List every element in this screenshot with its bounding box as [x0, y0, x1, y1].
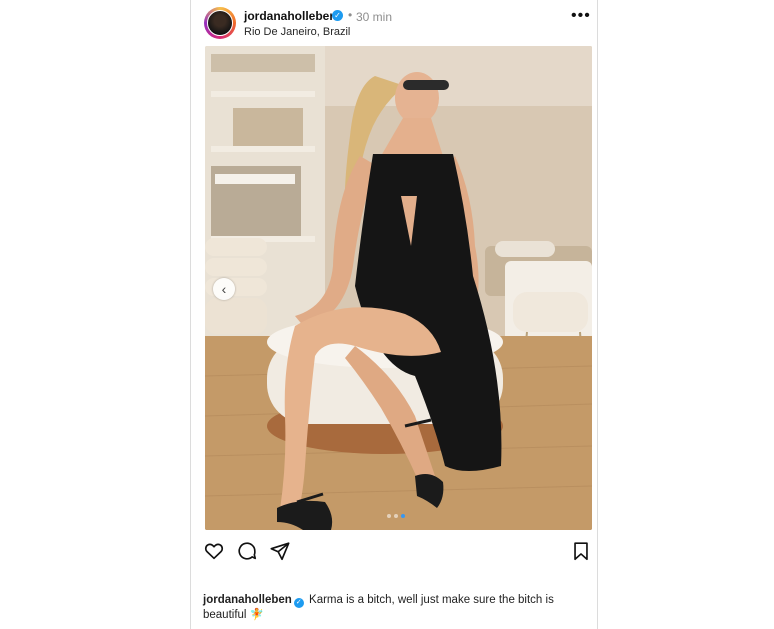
heart-icon[interactable] [203, 540, 225, 562]
comment-icon[interactable] [236, 540, 258, 562]
fairy-emoji: 🧚 [249, 609, 265, 621]
photo-illustration [205, 46, 592, 530]
post-header: jordanaholleben ✓ • 30 min Rio De Janeir… [191, 0, 597, 44]
carousel-dot-active [401, 514, 405, 518]
carousel-dot [394, 514, 398, 518]
more-options-button[interactable]: ••• [571, 8, 591, 24]
post-caption: jordanaholleben ✓ Karma is a bitch, well … [203, 593, 583, 623]
carousel-prev-button[interactable]: ‹ [213, 278, 235, 300]
post-time: 30 min [356, 10, 393, 24]
carousel-dot [387, 514, 391, 518]
send-icon[interactable] [269, 540, 291, 562]
caption-verified-icon: ✓ [293, 598, 304, 608]
post-photo[interactable]: ‹ [205, 46, 592, 530]
post-actions [191, 538, 597, 562]
verified-badge-icon: ✓ [332, 10, 343, 21]
caption-username-link[interactable]: jordanaholleben [203, 594, 292, 606]
location-link[interactable]: Rio De Janeiro, Brazil [244, 26, 350, 38]
carousel-indicator [387, 514, 405, 518]
bookmark-icon[interactable] [570, 540, 592, 562]
post-card: jordanaholleben ✓ • 30 min Rio De Janeir… [190, 0, 598, 629]
separator-dot: • [348, 8, 353, 22]
username-link[interactable]: jordanaholleben [244, 9, 337, 23]
avatar[interactable] [207, 10, 233, 36]
